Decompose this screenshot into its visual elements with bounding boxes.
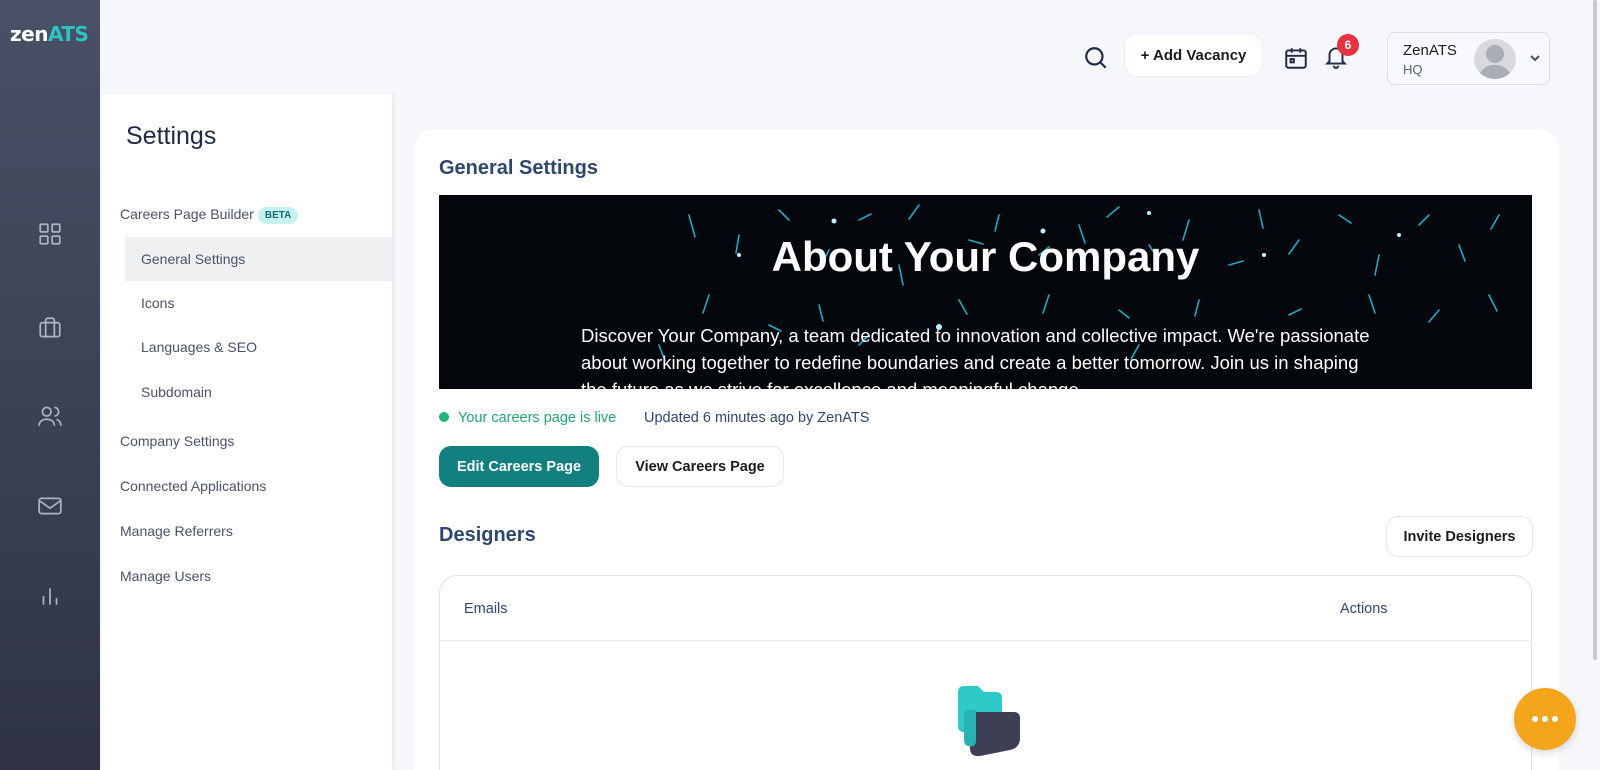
user-org: HQ	[1403, 62, 1423, 77]
nav-careers-page-builder[interactable]: Careers Page Builder BETA	[120, 206, 299, 224]
chart-icon[interactable]	[36, 582, 64, 610]
logo-text-zen: zen	[10, 22, 48, 46]
live-status-text: Your careers page is live	[458, 410, 617, 426]
nav-company-settings[interactable]: Company Settings	[120, 433, 234, 449]
nav-manage-users[interactable]: Manage Users	[120, 568, 211, 584]
briefcase-icon[interactable]	[36, 314, 64, 342]
nav-careers-page-builder-label: Careers Page Builder	[120, 206, 254, 222]
nav-languages-seo[interactable]: Languages & SEO	[125, 325, 392, 369]
chat-dot-icon	[1542, 716, 1548, 722]
logo-text-ats: ATS	[47, 22, 89, 46]
settings-panel: Settings Careers Page Builder BETA Genera…	[102, 94, 392, 770]
user-name: ZenATS	[1403, 42, 1457, 59]
general-settings-card: General Settings About Your Company Disc…	[414, 129, 1559, 770]
dashboard-icon[interactable]	[36, 220, 64, 248]
nav-general-settings[interactable]: General Settings	[125, 237, 392, 281]
edit-careers-page-button[interactable]: Edit Careers Page	[439, 446, 599, 487]
add-vacancy-button[interactable]: + Add Vacancy	[1124, 33, 1263, 77]
beta-badge: BETA	[257, 206, 299, 224]
nav-subdomain[interactable]: Subdomain	[125, 370, 392, 414]
search-icon[interactable]	[1083, 45, 1109, 71]
designers-table: Emails Actions	[439, 575, 1532, 770]
people-icon[interactable]	[36, 402, 64, 430]
view-careers-page-button[interactable]: View Careers Page	[616, 446, 784, 487]
banner-text: Discover Your Company, a team dedicated …	[581, 325, 1370, 389]
nav-icons[interactable]: Icons	[125, 281, 392, 325]
user-menu[interactable]: ZenATS HQ	[1387, 32, 1550, 85]
table-header-divider	[440, 640, 1531, 641]
careers-banner-preview: About Your Company Discover Your Company…	[439, 195, 1532, 389]
general-settings-title: General Settings	[439, 157, 598, 179]
nav-connected-applications[interactable]: Connected Applications	[120, 478, 266, 494]
chat-button[interactable]	[1514, 688, 1576, 750]
banner-title: About Your Company	[771, 233, 1200, 280]
nav-manage-referrers[interactable]: Manage Referrers	[120, 523, 233, 539]
zenats-logo[interactable]: zenATS	[10, 22, 89, 46]
chat-dot-icon	[1532, 716, 1538, 722]
invite-designers-button[interactable]: Invite Designers	[1386, 516, 1533, 557]
designers-title: Designers	[439, 524, 536, 546]
calendar-icon[interactable]	[1283, 45, 1309, 71]
empty-folder-icon	[950, 678, 1030, 758]
side-rail: zenATS	[0, 0, 100, 770]
column-header-emails: Emails	[464, 601, 508, 617]
updated-text: Updated 6 minutes ago by ZenATS	[644, 410, 870, 426]
avatar	[1474, 39, 1516, 79]
settings-title: Settings	[126, 122, 217, 150]
mail-icon[interactable]	[36, 492, 64, 520]
chevron-down-icon	[1528, 51, 1542, 65]
chat-dot-icon	[1552, 716, 1558, 722]
notification-badge: 6	[1337, 34, 1359, 56]
page-scrollbar[interactable]	[1590, 0, 1600, 770]
live-status-dot	[439, 412, 449, 422]
scrollbar-thumb[interactable]	[1593, 0, 1597, 660]
column-header-actions: Actions	[1340, 601, 1388, 617]
